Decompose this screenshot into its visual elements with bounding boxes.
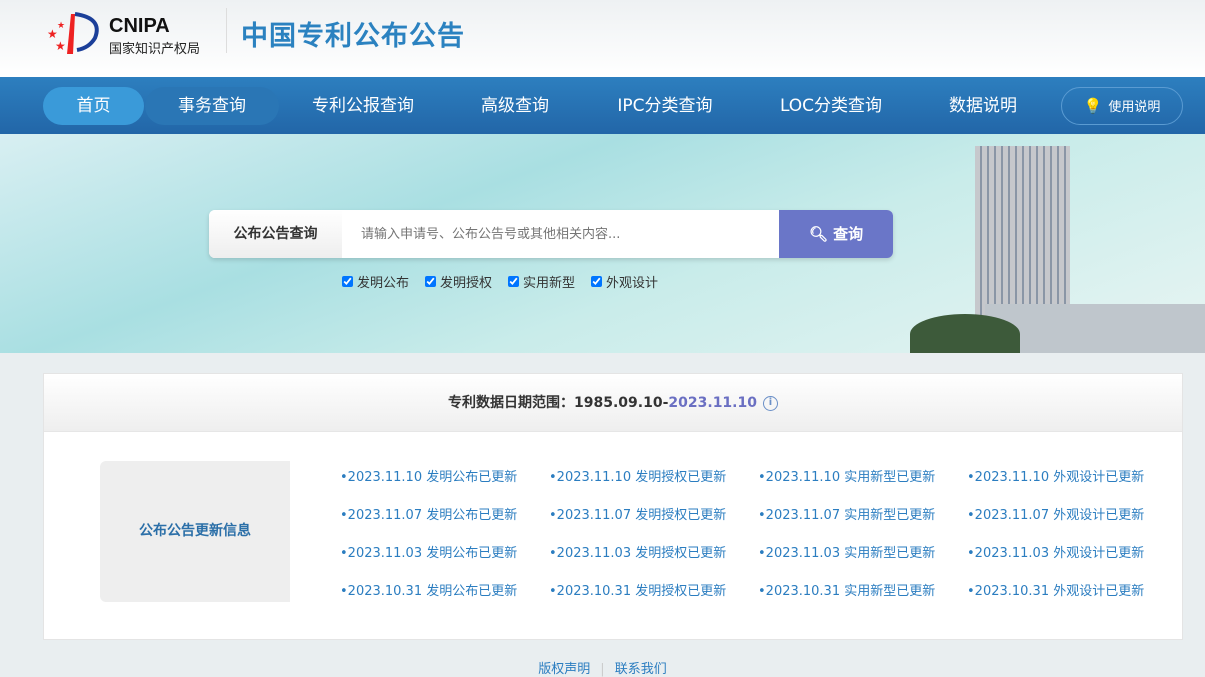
nav-affairs-query[interactable]: 事务查询: [145, 87, 279, 125]
filter-design[interactable]: 外观设计: [591, 272, 658, 291]
info-icon[interactable]: i: [762, 395, 778, 411]
filter-label: 发明公布: [357, 276, 410, 291]
nav-advanced-query[interactable]: 高级查询: [465, 87, 565, 125]
svg-text:★: ★: [57, 21, 65, 31]
update-link[interactable]: •2023.10.31 实用新型已更新: [758, 581, 967, 602]
range-label: 专利数据日期范围：: [448, 395, 575, 411]
search-label: 公布公告查询: [209, 210, 342, 258]
lightbulb-icon: 💡: [1083, 97, 1103, 115]
update-link[interactable]: •2023.11.07 发明授权已更新: [549, 505, 758, 526]
nav-gazette-query[interactable]: 专利公报查询: [295, 87, 431, 125]
filter-invention-publication[interactable]: 发明公布: [342, 272, 409, 291]
footer: 版权声明 | 联系我们: [0, 658, 1205, 677]
header: ★ ★ ★ CNIPA 国家知识产权局 中国专利公布公告: [0, 0, 1205, 77]
search-bar: 公布公告查询 🔍︎ 查询: [209, 210, 893, 258]
filter-label: 发明授权: [440, 276, 493, 291]
filter-label: 外观设计: [606, 276, 659, 291]
range-start: 1985.09.10-: [574, 395, 669, 411]
contact-link[interactable]: 联系我们: [615, 662, 667, 677]
search-button-label: 查询: [833, 225, 864, 243]
update-list: •2023.11.10 发明公布已更新 •2023.11.10 发明授权已更新 •2…: [340, 467, 1176, 602]
divider: [226, 8, 227, 53]
update-panel: 专利数据日期范围：1985.09.10-2023.11.10 i 公布公告更新信息…: [43, 373, 1183, 640]
checkbox[interactable]: [342, 276, 353, 287]
search-input[interactable]: [349, 210, 769, 258]
update-link[interactable]: •2023.11.03 实用新型已更新: [758, 543, 967, 564]
checkbox[interactable]: [508, 276, 520, 287]
update-link[interactable]: •2023.11.10 发明公布已更新: [340, 467, 549, 488]
trees-image: [910, 314, 1020, 353]
update-info-title: 公布公告更新信息: [100, 461, 290, 602]
update-link[interactable]: •2023.11.03 发明授权已更新: [549, 543, 758, 564]
filter-label: 实用新型: [523, 276, 576, 291]
site-title: 中国专利公布公告: [241, 21, 465, 52]
banner: 公布公告查询 🔍︎ 查询 发明公布 发明授权 实用新型 外观设计: [0, 134, 1205, 353]
logo-emblem-icon: ★★★: [47, 12, 99, 54]
update-link[interactable]: •2023.11.07 外观设计已更新: [967, 505, 1176, 526]
nav-data-description[interactable]: 数据说明: [935, 87, 1031, 125]
separator: |: [600, 662, 605, 677]
logo-en: CNIPA: [109, 15, 170, 37]
nav-loc-query[interactable]: LOC分类查询: [765, 87, 897, 125]
update-link[interactable]: •2023.10.31 发明授权已更新: [549, 581, 758, 602]
cnipa-logo[interactable]: ★ ★ ★ CNIPA 国家知识产权局: [45, 8, 220, 57]
update-link[interactable]: •2023.10.31 外观设计已更新: [967, 581, 1176, 602]
search-icon: 🔍︎: [808, 225, 828, 243]
filter-invention-grant[interactable]: 发明授权: [425, 272, 492, 291]
search-button[interactable]: 🔍︎ 查询: [779, 210, 893, 258]
update-link[interactable]: •2023.11.07 实用新型已更新: [758, 505, 967, 526]
update-link[interactable]: •2023.11.10 外观设计已更新: [967, 467, 1176, 488]
update-link[interactable]: •2023.11.03 外观设计已更新: [967, 543, 1176, 564]
range-end: 2023.11.10: [668, 395, 757, 411]
nav-ipc-query[interactable]: IPC分类查询: [600, 87, 730, 125]
update-link[interactable]: •2023.11.10 发明授权已更新: [549, 467, 758, 488]
logo-zh: 国家知识产权局: [109, 42, 201, 57]
nav-home[interactable]: 首页: [43, 87, 144, 125]
update-link[interactable]: •2023.11.03 发明公布已更新: [340, 543, 549, 564]
update-link[interactable]: •2023.11.07 发明公布已更新: [340, 505, 549, 526]
help-button[interactable]: 💡 使用说明: [1061, 87, 1183, 125]
update-link[interactable]: •2023.10.31 发明公布已更新: [340, 581, 549, 602]
type-filters: 发明公布 发明授权 实用新型 外观设计: [342, 272, 658, 291]
copyright-link[interactable]: 版权声明: [538, 662, 590, 677]
checkbox[interactable]: [425, 276, 437, 287]
svg-text:★: ★: [55, 39, 66, 53]
main-nav: 首页 事务查询 专利公报查询 高级查询 IPC分类查询 LOC分类查询 数据说明…: [0, 77, 1205, 134]
filter-utility-model[interactable]: 实用新型: [508, 272, 575, 291]
checkbox[interactable]: [591, 276, 603, 287]
date-range: 专利数据日期范围：1985.09.10-2023.11.10 i: [44, 374, 1182, 432]
update-link[interactable]: •2023.11.10 实用新型已更新: [758, 467, 967, 488]
help-label: 使用说明: [1108, 100, 1161, 115]
